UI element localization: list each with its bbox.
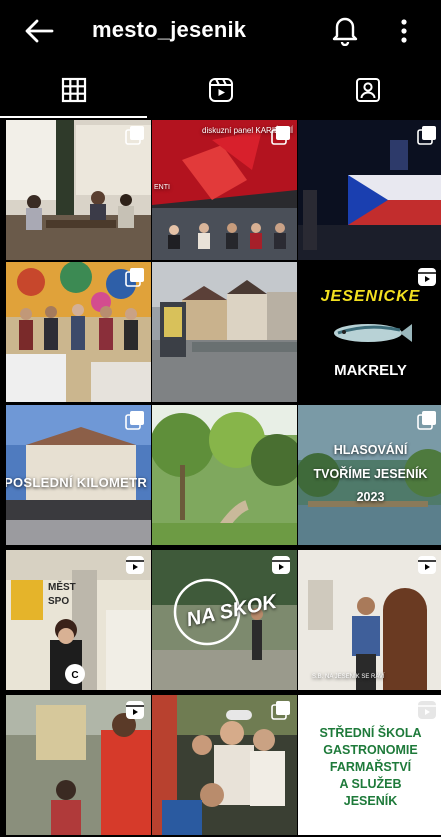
school-line: STŘEDNÍ ŠKOLA (319, 726, 422, 740)
more-vertical-icon[interactable] (394, 16, 414, 46)
bell-icon[interactable] (331, 14, 359, 46)
post-tile[interactable]: diskuzní panel KARIÉRNÍ ENTI (152, 120, 297, 260)
post-caption-line1: HLASOVÁNÍ (333, 443, 408, 457)
profile-tabs (0, 62, 441, 118)
post-image (152, 262, 297, 402)
carousel-icon (125, 126, 144, 145)
profile-header: mesto_jesenik (0, 0, 441, 62)
post-subcaption: ENTI (154, 184, 170, 191)
tab-posts[interactable] (0, 62, 147, 118)
carousel-icon (417, 411, 436, 430)
reels-icon (126, 556, 144, 574)
reel-title: JESENICKE (320, 288, 421, 305)
post-tile[interactable] (152, 695, 297, 835)
back-arrow-icon[interactable] (22, 14, 56, 48)
post-tile[interactable]: S.B. NA JESENÍK SE RAVÍ (298, 550, 441, 690)
school-line: A SLUŽEB (339, 777, 402, 791)
reels-icon (418, 268, 436, 286)
sign-text: SPO (48, 596, 70, 607)
school-line: FARMAŘSTVÍ (329, 760, 412, 774)
reels-icon (126, 701, 144, 719)
post-tile[interactable]: HLASOVÁNÍ TVOŘÍME JESENÍK 2023 (298, 405, 441, 545)
post-caption-line3: 2023 (356, 490, 385, 504)
school-line: GASTRONOMIE (323, 743, 418, 757)
post-tile[interactable] (6, 262, 151, 402)
post-tile[interactable]: POSLEDNÍ KILOMETR (6, 405, 151, 545)
post-image (152, 405, 297, 545)
carousel-icon (125, 411, 144, 430)
reels-icon (418, 556, 436, 574)
post-tile[interactable]: STŘEDNÍ ŠKOLA GASTRONOMIE FARMAŘSTVÍ A S… (298, 695, 441, 835)
post-tile[interactable]: MĚST SPO C (6, 550, 151, 690)
tab-reels[interactable] (147, 62, 294, 118)
carousel-icon (125, 268, 144, 287)
carousel-icon (271, 701, 290, 720)
post-tile[interactable] (152, 405, 297, 545)
reels-icon (272, 556, 290, 574)
post-tile[interactable]: JESENICKE MAKRELY (298, 262, 441, 402)
carousel-icon (271, 126, 290, 145)
reel-subtitle: MAKRELY (334, 362, 407, 379)
fish-icon (334, 324, 412, 342)
sign-text: MĚST (48, 582, 76, 593)
post-caption-line2: TVOŘÍME JESENÍK (313, 467, 428, 481)
post-tile[interactable] (6, 120, 151, 260)
post-caption: S.B. NA JESENÍK SE RAVÍ (312, 674, 385, 680)
post-tile[interactable] (152, 262, 297, 402)
reels-icon (208, 78, 233, 102)
tab-tagged[interactable] (294, 62, 441, 118)
svg-text:C: C (71, 670, 78, 681)
post-caption: POSLEDNÍ KILOMETR (6, 475, 148, 490)
post-tile[interactable] (6, 695, 151, 835)
school-text: STŘEDNÍ ŠKOLA GASTRONOMIE FARMAŘSTVÍ A S… (298, 725, 441, 810)
post-tile[interactable] (298, 120, 441, 260)
tagged-person-icon (355, 78, 380, 102)
profile-username: mesto_jesenik (92, 17, 247, 42)
reels-icon (418, 701, 436, 719)
post-tile[interactable]: NA SKOK (152, 550, 297, 690)
carousel-icon (417, 126, 436, 145)
channel-logo-icon: C (65, 664, 85, 684)
school-line: JESENÍK (343, 794, 398, 808)
grid-icon (61, 77, 86, 103)
